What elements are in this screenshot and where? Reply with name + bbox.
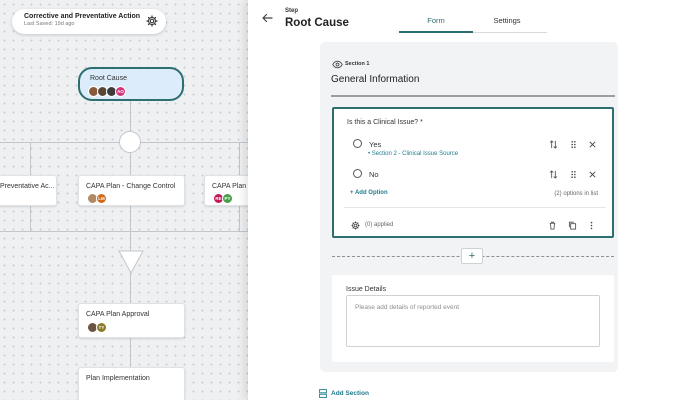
node-capa-plan-approval[interactable]: CAPA Plan Approval TY xyxy=(78,303,185,338)
option-count: (2) options in list xyxy=(554,191,598,197)
node-title: CAPA Plan - Change Control xyxy=(86,183,176,190)
node-title: CAPA Plan Approval xyxy=(86,311,150,318)
node-preventative-action[interactable]: Preventative Ac... xyxy=(0,175,57,206)
node-title: Plan Implementation xyxy=(86,375,150,382)
step-editor-panel: Step Root Cause Form Settings Section 1 … xyxy=(248,0,700,400)
radio-option-no[interactable] xyxy=(353,169,362,178)
issue-details-card[interactable]: Issue Details xyxy=(332,275,614,362)
card-divider xyxy=(344,207,606,208)
issue-details-input[interactable] xyxy=(346,295,600,347)
avatar: TY xyxy=(96,322,107,333)
connector xyxy=(130,99,131,131)
close-icon[interactable] xyxy=(588,140,597,149)
connector xyxy=(30,142,31,176)
close-icon[interactable] xyxy=(588,170,597,179)
add-field-button[interactable]: + xyxy=(461,248,483,264)
branch-logic-icon[interactable] xyxy=(549,140,558,149)
tab-active-indicator xyxy=(399,31,473,33)
eye-icon[interactable] xyxy=(332,60,343,69)
node-title: Root Cause xyxy=(90,75,127,82)
assignee-avatars: LM xyxy=(87,193,107,204)
node-title: Preventative Ac... xyxy=(0,183,55,190)
assignee-avatars: AO xyxy=(88,86,126,97)
add-section-icon[interactable] xyxy=(319,389,327,398)
question-card[interactable]: Is this a Clinical Issue? * Yes • Sectio… xyxy=(332,107,614,238)
duplicate-icon[interactable] xyxy=(568,221,577,230)
step-title: Root Cause xyxy=(285,17,349,29)
add-option-button[interactable]: + Add Option xyxy=(350,190,388,196)
connector xyxy=(239,205,240,232)
merge-gateway[interactable] xyxy=(118,250,144,274)
avatar: LM xyxy=(96,193,107,204)
gear-icon[interactable] xyxy=(351,221,360,230)
tab-form[interactable]: Form xyxy=(399,16,473,25)
drag-handle-icon[interactable] xyxy=(569,170,578,179)
step-label: Step xyxy=(285,8,299,14)
applied-rules-count: (0) applied xyxy=(365,222,394,228)
workflow-canvas[interactable]: Corrective and Preventative Action Last … xyxy=(0,0,248,400)
section-title: General Information xyxy=(331,74,420,85)
workflow-last-saved: Last Saved: 19d ago xyxy=(24,21,75,27)
drag-handle-icon[interactable] xyxy=(569,140,578,149)
radio-option-yes[interactable] xyxy=(353,139,362,148)
node-plan-implementation[interactable]: Plan Implementation xyxy=(78,367,185,400)
assignee-avatars: RE PY xyxy=(213,193,233,204)
avatar: PY xyxy=(222,193,233,204)
workflow-header[interactable]: Corrective and Preventative Action Last … xyxy=(12,9,166,34)
connector xyxy=(0,231,248,232)
avatar: AO xyxy=(115,86,126,97)
node-title: CAPA Plan xyxy=(212,183,247,190)
workflow-title: Corrective and Preventative Action xyxy=(24,13,141,20)
section-label: Section 1 xyxy=(345,61,370,67)
node-capa-plan[interactable]: CAPA Plan RE PY xyxy=(204,175,248,206)
parallel-gateway[interactable] xyxy=(119,131,141,153)
assignee-avatars: TY xyxy=(87,322,107,333)
option-branch-link[interactable]: • Section 2 - Clinical Issue Source xyxy=(368,151,458,157)
add-section-button[interactable]: Add Section xyxy=(331,390,369,397)
node-root-cause[interactable]: Root Cause AO xyxy=(78,67,184,101)
connector xyxy=(130,272,131,303)
branch-logic-icon[interactable] xyxy=(549,170,558,179)
question-title: Is this a Clinical Issue? * xyxy=(347,119,423,126)
trash-icon[interactable] xyxy=(548,221,557,230)
back-arrow-icon[interactable] xyxy=(261,12,273,24)
connector xyxy=(30,205,31,232)
field-title: Issue Details xyxy=(346,286,387,293)
option-label-no: No xyxy=(369,170,379,179)
tab-settings[interactable]: Settings xyxy=(470,16,544,25)
section-divider xyxy=(331,95,615,97)
more-options-icon[interactable] xyxy=(587,221,596,230)
node-capa-change-control[interactable]: CAPA Plan - Change Control LM xyxy=(78,175,185,206)
connector xyxy=(130,337,131,367)
gear-icon[interactable] xyxy=(146,15,158,27)
connector xyxy=(239,142,240,176)
option-label-yes: Yes xyxy=(369,140,382,149)
